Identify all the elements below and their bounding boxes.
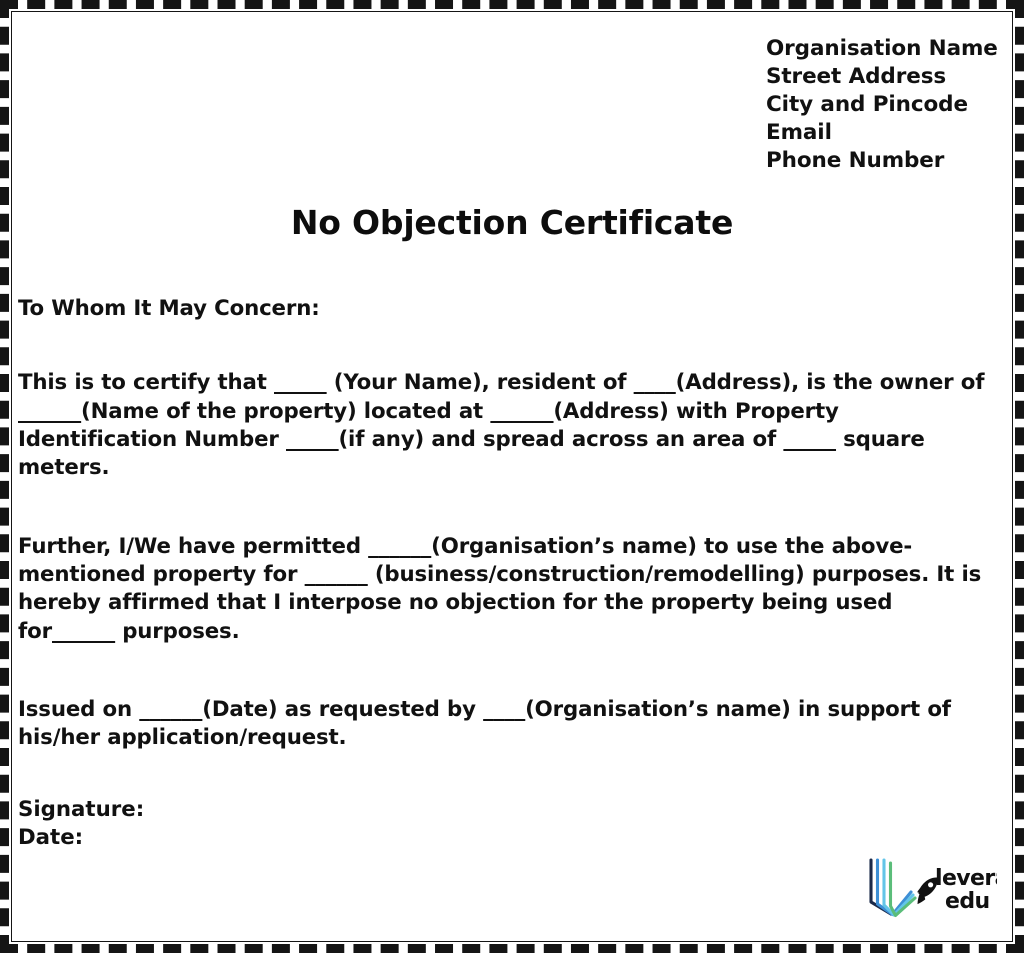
logo-word-leverage: leverage [935,866,997,891]
letterhead-city-pincode: City and Pincode [766,91,968,117]
document-body: To Whom It May Concern: This is to certi… [18,295,986,752]
certificate-sheet: Organisation Name Street Address City an… [9,9,1015,944]
date-label: Date: [18,825,84,851]
body-paragraph-permission: Further, I/We have permitted ______(Orga… [18,533,982,644]
body-paragraph-ownership: This is to certify that _____ (Your Name… [18,370,985,481]
letterhead-block: Organisation Name Street Address City an… [766,35,998,175]
salutation-line: To Whom It May Concern: [18,296,320,321]
signature-label: Signature: [18,797,145,822]
letterhead-street-address: Street Address [766,63,947,89]
signature-block: Signature: Date: [18,796,144,853]
letterhead-organisation-name: Organisation Name [766,36,998,61]
certificate-page: Organisation Name Street Address City an… [0,0,1024,953]
body-paragraph-issuance: Issued on ______(Date) as requested by _… [18,696,951,751]
leverage-edu-logo: leverage edu [865,852,997,924]
page-title: No Objection Certificate [290,203,734,242]
logo-word-edu: edu [945,889,990,914]
logo-wordmark: leverage edu [935,866,997,914]
logo-book-mark [869,858,917,918]
letterhead-phone-number: Phone Number [766,147,945,173]
letterhead-email: Email [766,119,832,145]
